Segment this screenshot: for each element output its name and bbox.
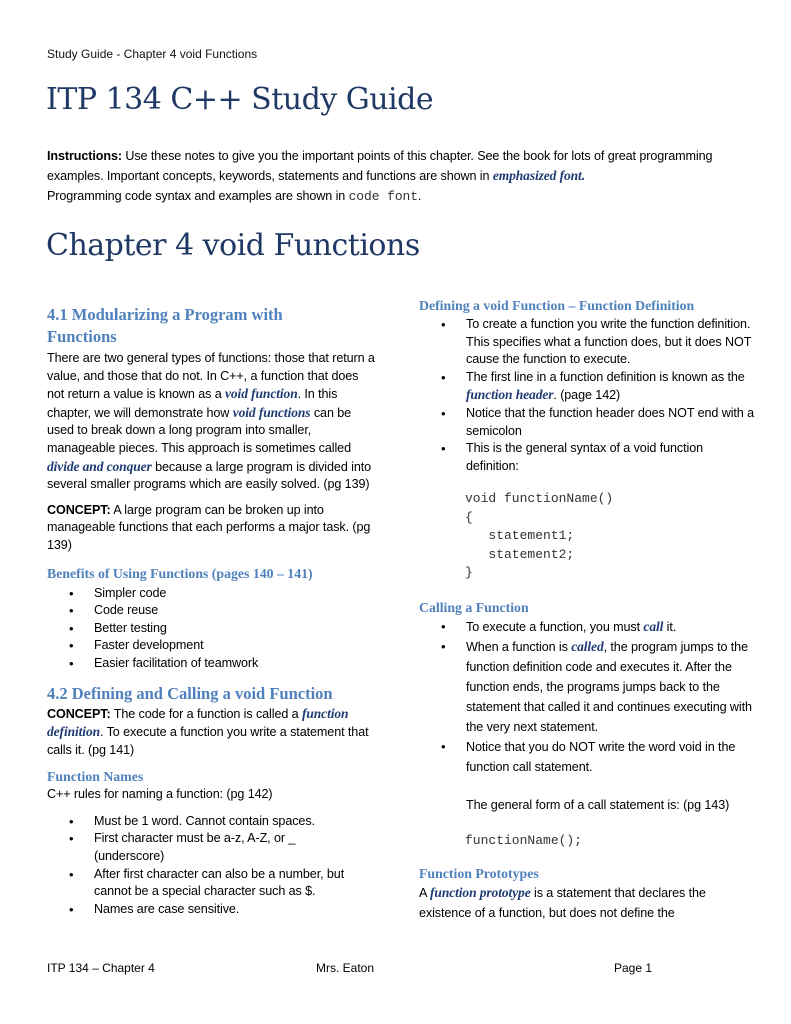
footer-left: ITP 134 – Chapter 4 [47,961,155,975]
list-item: After first character can also be a numb… [47,866,367,901]
instructions-paragraph: Instructions: Use these notes to give yo… [47,149,713,204]
function-definition-heading: Defining a void Function – Function Defi… [419,298,695,313]
list-item: Names are case sensitive. [47,901,367,919]
function-definition-code: void functionName() { statement1; statem… [465,491,614,581]
benefits-list: Simpler code Code reuse Better testing F… [47,585,377,673]
naming-rules-list: Must be 1 word. Cannot contain spaces. F… [47,813,367,919]
list-item: Must be 1 word. Cannot contain spaces. [47,813,367,831]
list-item: To execute a function, you must call it. [419,617,759,637]
section-4-1-paragraph: There are two general types of functions… [47,351,375,492]
benefits-heading: Benefits of Using Functions (pages 140 –… [47,565,313,581]
right-column: Defining a void Function – Function Defi… [419,297,759,923]
list-item: This is the general syntax of a void fun… [419,440,759,475]
list-item: The first line in a function definition … [419,369,759,405]
list-item: Notice that you do NOT write the word vo… [419,737,759,777]
section-heading-4-1: 4.1 Modularizing a Program with Function… [47,305,283,346]
code-font-sample: code font [348,189,418,204]
function-prototypes-heading: Function Prototypes [419,865,539,881]
list-item: First character must be a-z, A-Z, or _ (… [47,830,309,865]
document-title: ITP 134 C++ Study Guide [46,82,434,117]
list-item: Better testing [47,620,377,638]
running-header: Study Guide - Chapter 4 void Functions [47,47,258,61]
function-names-intro: C++ rules for naming a function: (pg 142… [47,787,273,802]
instructions-label: Instructions: [47,149,122,163]
concept-4-2: CONCEPT: The code for a function is call… [47,705,369,757]
calling-list: To execute a function, you must call it.… [419,617,759,777]
list-item: Code reuse [47,602,377,620]
emphasized-font-sample: emphasized font. [492,168,585,183]
section-heading-4-2: 4.2 Defining and Calling a void Function [47,683,333,703]
definition-list: To create a function you write the funct… [419,316,759,475]
left-column: 4.1 Modularizing a Program with Function… [47,304,377,918]
list-item: Faster development [47,637,377,655]
concept-4-1: CONCEPT: A large program can be broken u… [47,502,371,552]
list-item: Notice that the function header does NOT… [419,405,759,440]
footer-center: Mrs. Eaton [316,961,375,975]
footer-page-number: Page 1 [614,961,653,975]
general-form-text: The general form of a call statement is:… [466,797,730,812]
list-item: To create a function you write the funct… [419,316,759,369]
call-statement-code: functionName(); [465,833,583,849]
prototypes-paragraph: A function prototype is a statement that… [419,884,706,920]
list-item: Easier facilitation of teamwork [47,655,377,673]
chapter-title: Chapter 4 void Functions [46,228,420,263]
list-item: When a function is called, the program j… [419,637,759,737]
list-item: Simpler code [47,585,377,603]
calling-function-heading: Calling a Function [419,599,529,615]
function-names-heading: Function Names [47,769,144,785]
